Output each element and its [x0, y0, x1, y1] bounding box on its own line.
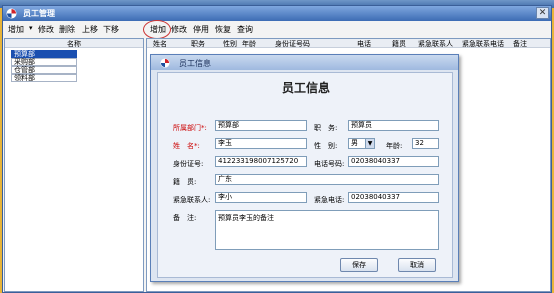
name-field[interactable]: 李玉 [215, 138, 307, 149]
age-field[interactable]: 32 [412, 138, 439, 149]
department-label: 所属部门*: [173, 124, 207, 132]
dept-toolbar: 增加 ▾ 修改 删除 上移 下移 [4, 22, 144, 37]
employee-query-button[interactable]: 查询 [237, 24, 253, 35]
gender-label: 性 别: [314, 142, 338, 150]
close-button[interactable]: ✕ [536, 7, 549, 19]
id-number-label: 身份证号: [173, 160, 204, 168]
employee-edit-button[interactable]: 修改 [171, 24, 187, 35]
chevron-down-icon[interactable]: ▼ [365, 139, 374, 148]
employee-grid-header: 姓名 职务 性别 年龄 身份证号码 电话 籍贯 紧急联系人 紧急联系电话 备注 [147, 39, 550, 48]
employee-toolbar: 增加 修改 停用 恢复 查询 [146, 22, 551, 37]
add-button-highlight [143, 20, 171, 39]
emergency-phone-field[interactable]: 02038040337 [348, 192, 439, 203]
app-logo-icon [6, 8, 17, 19]
dept-edit-button[interactable]: 修改 [38, 24, 54, 35]
column-header-hometown[interactable]: 籍贯 [392, 39, 406, 49]
phone-label: 电话号码: [314, 160, 345, 168]
column-header-emergency-contact[interactable]: 紧急联系人 [418, 39, 453, 49]
app-logo-icon [160, 58, 170, 68]
department-item[interactable]: 采购部 [11, 58, 77, 66]
position-label: 职 务: [314, 124, 338, 132]
emergency-contact-field[interactable]: 李小 [215, 192, 307, 203]
dept-move-down-button[interactable]: 下移 [103, 24, 119, 35]
dept-delete-button[interactable]: 删除 [59, 24, 75, 35]
column-header-name: 名称 [67, 40, 81, 48]
department-list-header: 名称 [5, 39, 143, 48]
dialog-form: 员工信息 所属部门*: 预算部 职 务: 预算员 姓 名*: 李玉 性 别: 男… [157, 72, 453, 278]
age-label: 年龄: [386, 142, 403, 150]
column-header-id-number[interactable]: 身份证号码 [275, 39, 310, 49]
emergency-contact-label: 紧急联系人: [173, 196, 211, 204]
department-field[interactable]: 预算部 [215, 120, 307, 131]
dept-add-dropdown-icon[interactable]: ▾ [29, 24, 33, 32]
form-heading: 员工信息 [281, 81, 330, 95]
dept-move-up-button[interactable]: 上移 [82, 24, 98, 35]
position-field[interactable]: 预算员 [348, 120, 439, 131]
employee-restore-button[interactable]: 恢复 [215, 24, 231, 35]
column-header-remarks[interactable]: 备注 [513, 39, 527, 49]
department-item[interactable]: 预算部 [11, 50, 77, 58]
emergency-phone-label: 紧急电话: [314, 196, 345, 204]
id-number-field[interactable]: 412233198007125720 [215, 156, 307, 167]
dialog-title-bar[interactable]: 员工信息 [151, 55, 458, 70]
cancel-button[interactable]: 取消 [398, 258, 436, 272]
save-button[interactable]: 保存 [340, 258, 378, 272]
dept-add-button[interactable]: 增加 [8, 24, 24, 35]
gender-value: 男 [351, 139, 358, 147]
remarks-label: 备 注: [173, 214, 197, 222]
gender-select[interactable]: 男 ▼ [348, 138, 375, 149]
employee-info-dialog: 员工信息 员工信息 所属部门*: 预算部 职 务: 预算员 姓 名*: 李玉 性… [150, 54, 459, 282]
window-title: 员工管理 [23, 9, 55, 18]
column-header-age[interactable]: 年龄 [242, 39, 256, 49]
window-title-bar[interactable]: 员工管理 ✕ [3, 6, 551, 21]
column-header-gender[interactable]: 性别 [223, 39, 237, 49]
department-list[interactable]: 名称 预算部 采购部 仓管部 领料部 [4, 38, 144, 292]
column-header-name[interactable]: 姓名 [153, 39, 167, 49]
column-header-emergency-phone[interactable]: 紧急联系电话 [462, 39, 504, 49]
phone-field[interactable]: 02038040337 [348, 156, 439, 167]
department-item[interactable]: 领料部 [11, 74, 77, 82]
department-item[interactable]: 仓管部 [11, 66, 77, 74]
column-header-position[interactable]: 职务 [191, 39, 205, 49]
column-header-phone[interactable]: 电话 [357, 39, 371, 49]
hometown-field[interactable]: 广东 [215, 174, 439, 185]
hometown-label: 籍 贯: [173, 178, 197, 186]
remarks-textarea[interactable]: 预算员李玉的备注 [215, 210, 439, 250]
dialog-title: 员工信息 [179, 59, 211, 68]
employee-disable-button[interactable]: 停用 [193, 24, 209, 35]
name-label: 姓 名*: [173, 142, 200, 150]
